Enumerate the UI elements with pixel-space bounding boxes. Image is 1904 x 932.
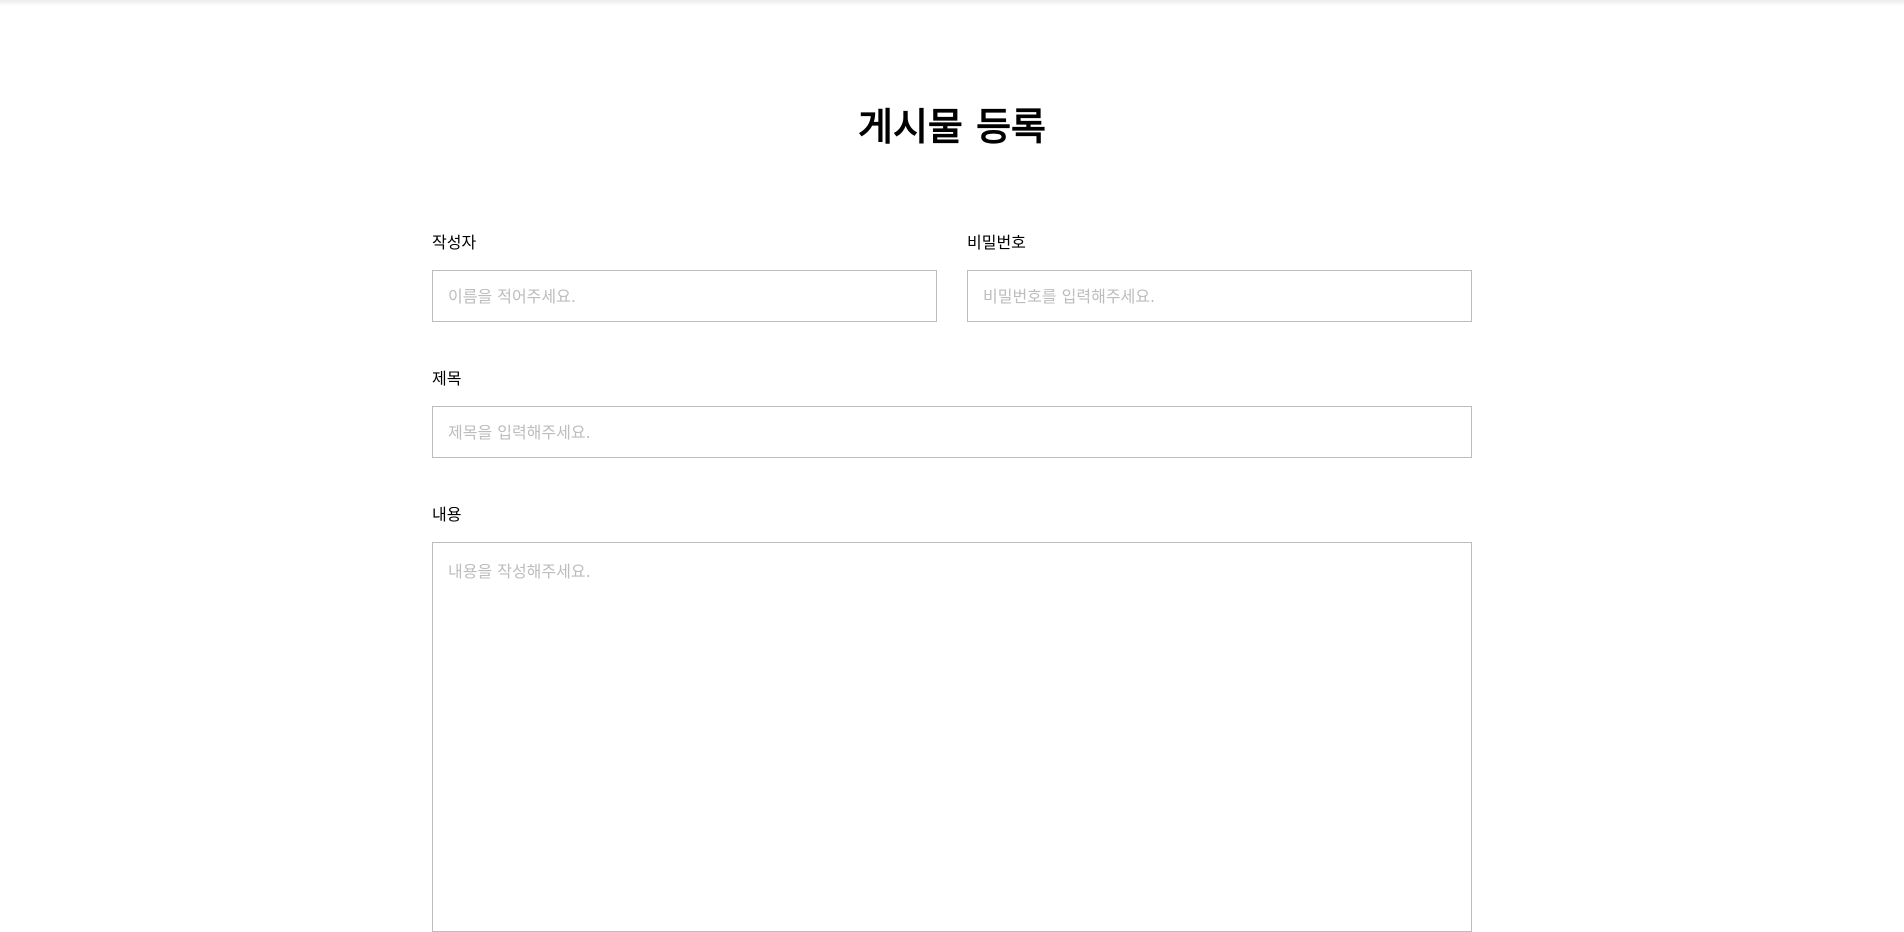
subject-input[interactable] (432, 406, 1472, 458)
contents-textarea[interactable] (432, 542, 1472, 932)
page-title: 게시물 등록 (857, 105, 1047, 149)
password-label: 비밀번호 (967, 233, 1026, 252)
writer-label: 작성자 (432, 233, 477, 252)
password-input[interactable] (967, 270, 1472, 322)
contents-label: 내용 (432, 505, 462, 524)
subject-label: 제목 (432, 369, 462, 388)
writer-input[interactable] (432, 270, 937, 322)
header-shadow (0, 0, 1904, 6)
